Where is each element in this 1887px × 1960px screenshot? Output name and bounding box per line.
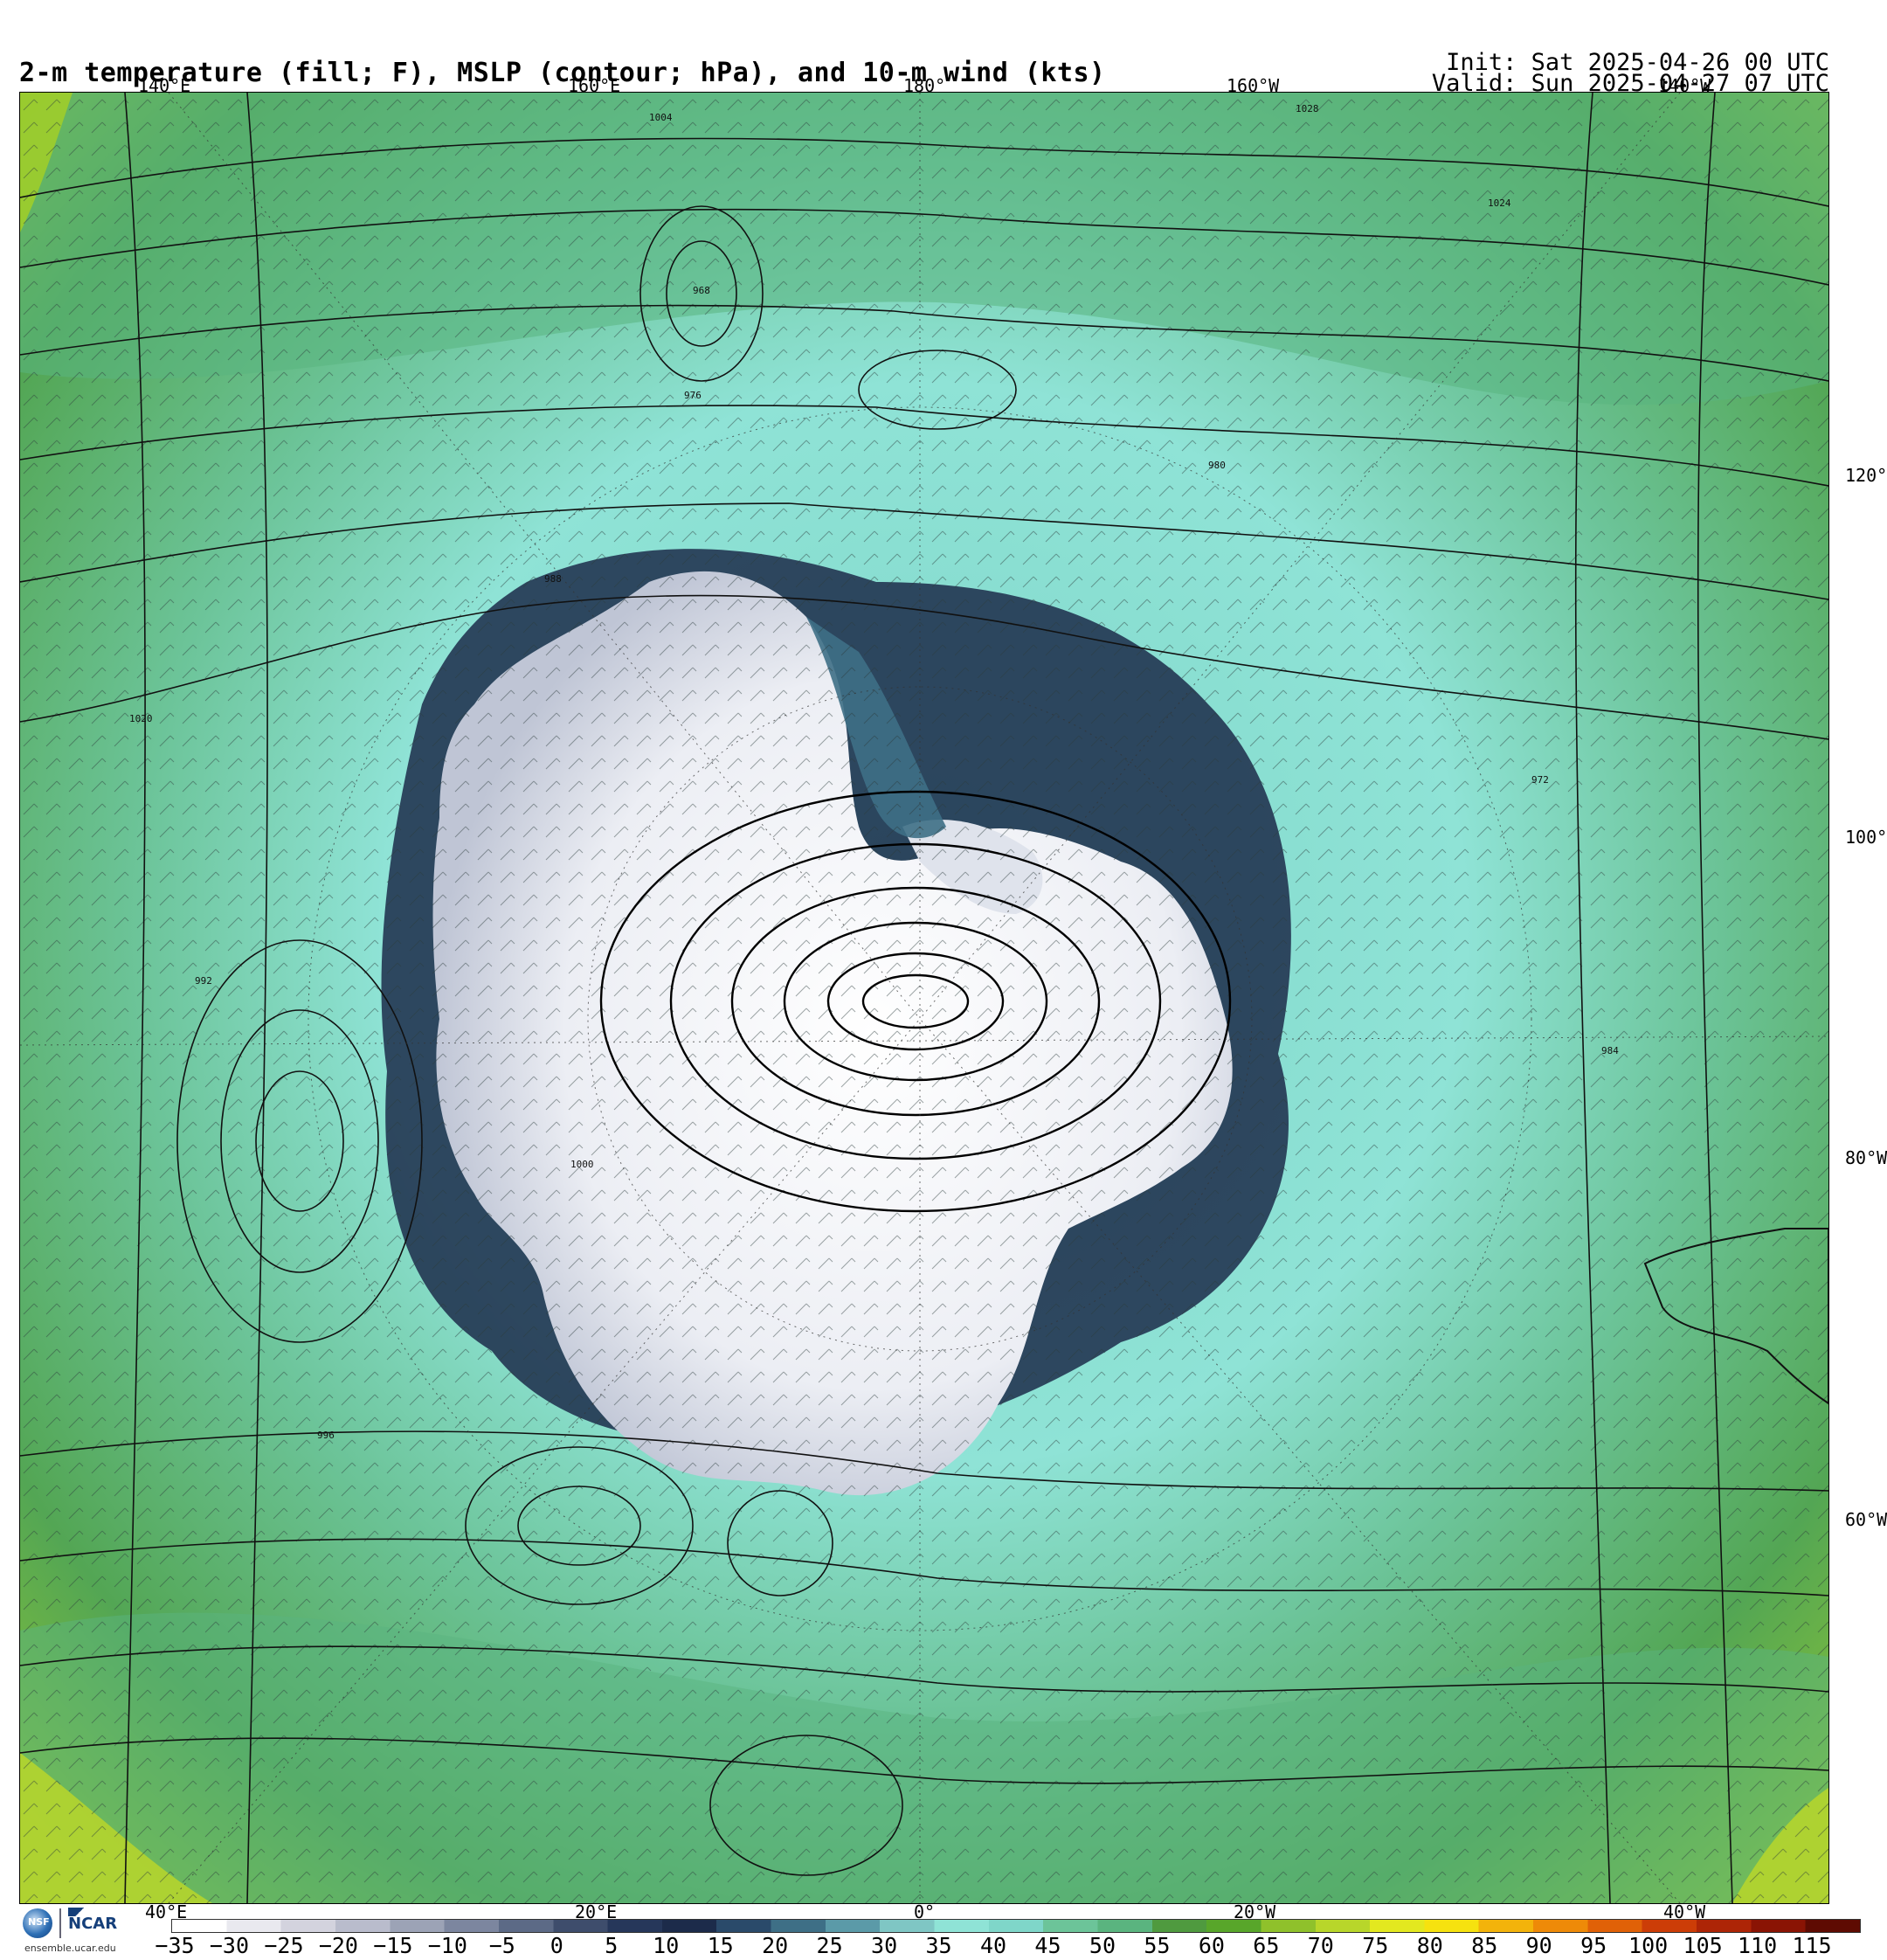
colorbar-tick-label: 90	[1525, 1933, 1552, 1958]
colorbar-tick-label: 70	[1307, 1933, 1334, 1958]
colorbar-tick-label: 65	[1253, 1933, 1280, 1958]
colorbar-tick-label: 20	[762, 1933, 789, 1958]
lon-label-120w: 120°W	[1845, 465, 1887, 486]
pressure-label: 968	[693, 285, 710, 296]
lon-label-60w: 60°W	[1845, 1509, 1887, 1530]
colorbar-tick-label: −5	[488, 1933, 515, 1958]
pressure-label: 976	[684, 390, 702, 401]
colorbar-tick-label: 40	[979, 1933, 1007, 1958]
colorbar-tick-label: 25	[816, 1933, 843, 1958]
colorbar-tick-label: 95	[1580, 1933, 1607, 1958]
temperature-colorbar	[171, 1919, 1861, 1933]
pressure-label: 1028	[1296, 103, 1319, 114]
colorbar-tick-label: −35	[155, 1933, 195, 1958]
colorbar-tick-label: 5	[605, 1933, 619, 1958]
colorbar-tick-label: 35	[925, 1933, 952, 1958]
colorbar-tick-label: −20	[318, 1933, 358, 1958]
nsf-logo: NSF	[23, 1908, 52, 1938]
ncar-logo: NCAR	[68, 1915, 118, 1933]
pressure-label: 992	[195, 975, 212, 987]
colorbar-tick-label: 30	[871, 1933, 898, 1958]
colorbar-tick-label: 45	[1034, 1933, 1061, 1958]
colorbar-tick-label: 115	[1792, 1933, 1832, 1958]
lon-label-100w: 100°W	[1845, 827, 1887, 848]
pressure-label: 1024	[1488, 197, 1511, 209]
pressure-label: 1004	[649, 112, 673, 123]
colorbar-tick-label: 50	[1089, 1933, 1116, 1958]
colorbar-tick-label: −30	[209, 1933, 250, 1958]
pressure-label: 972	[1531, 774, 1549, 786]
colorbar-tick-label: 85	[1471, 1933, 1498, 1958]
colorbar-tick-label: 75	[1362, 1933, 1389, 1958]
colorbar-tick-label: −15	[373, 1933, 413, 1958]
lon-label-80w: 80°W	[1845, 1147, 1887, 1168]
pressure-label: 984	[1601, 1045, 1619, 1056]
nsf-logo-text: NSF	[28, 1916, 50, 1928]
wind-barbs-layer	[20, 93, 1828, 1903]
pressure-label: 1000	[570, 1159, 594, 1170]
colorbar-tick-label: 10	[653, 1933, 680, 1958]
pressure-label: 996	[317, 1430, 335, 1441]
colorbar-tick-label: −10	[427, 1933, 467, 1958]
colorbar-tick-label: 80	[1416, 1933, 1443, 1958]
colorbar-tick-label: 110	[1737, 1933, 1778, 1958]
colorbar-tick-label: 15	[707, 1933, 734, 1958]
colorbar-tick-label: 0	[550, 1933, 563, 1958]
colorbar-tick-label: 60	[1198, 1933, 1225, 1958]
colorbar-tick-label: 105	[1683, 1933, 1723, 1958]
logo-divider	[59, 1908, 61, 1938]
colorbar-tick-label: 100	[1628, 1933, 1669, 1958]
colorbar-tick-label: −25	[264, 1933, 304, 1958]
pressure-label: 1020	[129, 713, 153, 724]
colorbar-tick-label: 55	[1144, 1933, 1171, 1958]
pressure-label: 980	[1208, 460, 1226, 471]
pressure-label: 988	[544, 573, 562, 585]
weather-map: 1004 1028 1024 1020 996 992 988 984 980 …	[19, 92, 1829, 1904]
source-url: ensemble.ucar.edu	[24, 1943, 116, 1954]
